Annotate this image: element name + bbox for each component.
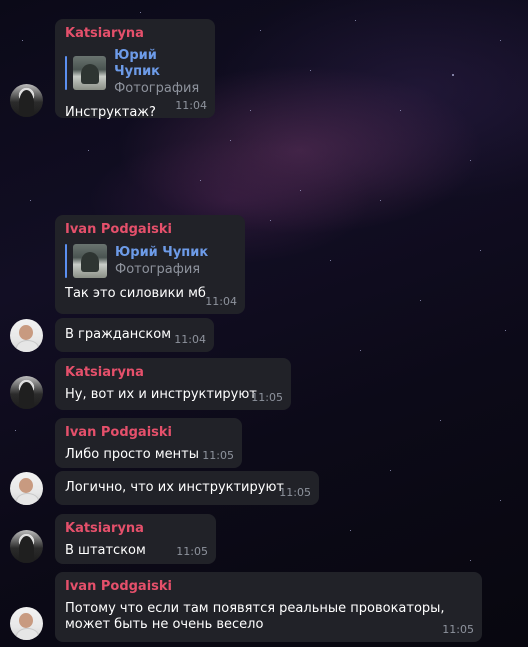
reply-preview[interactable]: Юрий Чупик Фотография	[65, 244, 235, 278]
avatar-ivan[interactable]	[10, 319, 43, 352]
reply-type: Фотография	[115, 261, 201, 277]
message-text: Ну, вот их и инструктируют	[65, 387, 257, 402]
sender-name[interactable]: Ivan Podgaiski	[65, 425, 232, 441]
message-bubble[interactable]: Katsiaryna Юрий Чупик Фотография Инструк…	[55, 19, 215, 120]
message-time: 11:05	[202, 449, 234, 462]
message-time: 11:05	[279, 486, 311, 499]
message-time: 11:04	[174, 333, 206, 346]
avatar-katsiaryna[interactable]	[10, 84, 43, 117]
message-time: 11:05	[442, 623, 474, 636]
avatar-katsiaryna[interactable]	[10, 530, 43, 563]
message-bubble[interactable]: Ivan Podgaiski Либо просто менты 11:05	[55, 418, 242, 468]
reply-type: Фотография	[114, 81, 200, 96]
avatar-ivan[interactable]	[10, 472, 43, 505]
message-time: 11:05	[176, 545, 208, 558]
sender-name[interactable]: Ivan Podgaiski	[65, 579, 472, 595]
message-text: Потому что если там появятся реальные пр…	[65, 601, 445, 632]
message-text: Логично, что их инструктируют	[65, 480, 284, 495]
message-time: 11:05	[251, 391, 283, 404]
message-bubble[interactable]: Ivan Podgaiski Потому что если там появя…	[55, 572, 482, 642]
avatar-ivan[interactable]	[10, 607, 43, 640]
message-bubble[interactable]: Ivan Podgaiski Юрий Чупик Фотография Так…	[55, 215, 245, 314]
reply-bar	[65, 244, 67, 278]
avatar-katsiaryna[interactable]	[10, 376, 43, 409]
reply-photo-thumbnail	[73, 244, 107, 278]
reply-bar	[65, 55, 67, 90]
reply-photo-thumbnail	[72, 55, 107, 90]
sender-name[interactable]: Ivan Podgaiski	[65, 222, 235, 238]
message-bubble[interactable]: Katsiaryna Ну, вот их и инструктируют 11…	[55, 358, 291, 410]
sender-name[interactable]: Katsiaryna	[65, 26, 205, 42]
message-bubble[interactable]: Katsiaryna В штатском 11:05	[55, 514, 216, 564]
message-bubble[interactable]: В гражданском 11:04	[55, 318, 214, 352]
sender-name[interactable]: Katsiaryna	[65, 365, 281, 381]
sender-name[interactable]: Katsiaryna	[65, 521, 206, 537]
reply-author: Юрий Чупик	[114, 48, 161, 79]
reply-preview[interactable]: Юрий Чупик Фотография	[65, 48, 205, 97]
message-time: 11:04	[175, 99, 207, 112]
reply-author: Юрий Чупик	[115, 244, 209, 260]
message-bubble[interactable]: Логично, что их инструктируют 11:05	[55, 471, 319, 505]
message-time: 11:04	[205, 295, 237, 308]
